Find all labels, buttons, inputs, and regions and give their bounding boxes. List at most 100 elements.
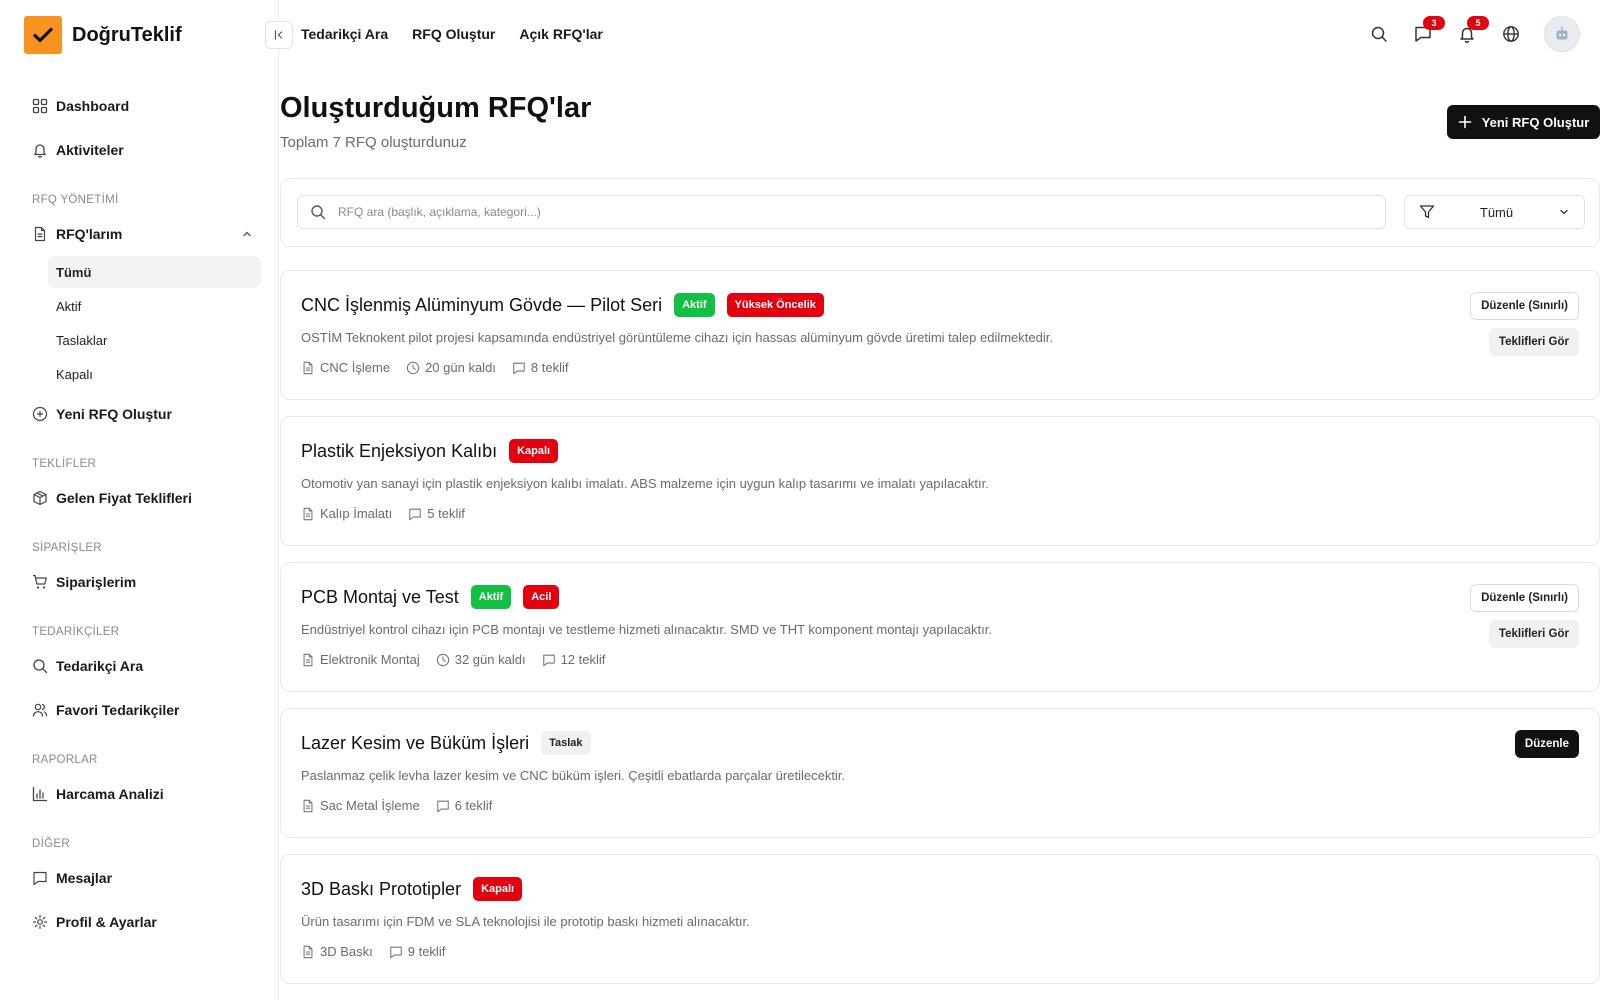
gear-icon [32,914,48,930]
sidebar-item-search-supplier[interactable]: Tedarikçi Ara [24,644,261,688]
sidebar-item-messages[interactable]: Mesajlar [24,856,261,900]
rfq-offer-count: 9 teklif [407,944,446,959]
dashboard-grid-icon [32,98,48,114]
rfq-card: 3D Baskı Prototipler Kapalı Ürün tasarım… [280,854,1600,984]
message-icon [436,800,449,812]
sidebar-item-dashboard[interactable]: Dashboard [24,84,261,128]
sidebar-item-my-orders[interactable]: Siparişlerim [24,560,261,604]
rfq-card: Lazer Kesim ve Büküm İşleri Taslak Pasla… [280,708,1600,838]
rfq-description: Endüstriyel kontrol cihazı için PCB mont… [301,622,992,637]
new-rfq-button[interactable]: Yeni RFQ Oluştur [1447,105,1600,139]
clock-icon [406,361,420,374]
status-badge: Kapalı [509,439,559,463]
page-title: Oluşturduğum RFQ'lar [280,92,592,124]
section-label-reports: RAPORLAR [32,754,98,766]
message-icon [389,946,402,958]
sidebar-item-favorite-suppliers[interactable]: Favori Tedarikçiler [24,688,261,732]
avatar[interactable] [1544,16,1580,52]
search-button[interactable] [1368,23,1390,45]
rfq-meta: Kalıp İmalatı 5 teklif [301,506,465,521]
submenu-item-active[interactable]: Aktif [48,290,261,322]
document-icon [303,653,313,666]
edit-button[interactable]: Düzenle [1514,730,1579,758]
sidebar-item-label: Aktiviteler [56,142,124,158]
section-label-orders: SİPARİŞLER [32,542,102,554]
rfq-title[interactable]: Lazer Kesim ve Büküm İşleri [301,733,529,754]
users-icon [32,703,48,717]
sidebar-item-spend-analysis[interactable]: Harcama Analizi [24,772,261,816]
status-filter-select[interactable]: Tümü [1404,195,1585,229]
topnav-link-open-rfqs[interactable]: Açık RFQ'lar [519,26,602,42]
sidebar-item-label: Gelen Fiyat Teklifleri [56,490,192,506]
my-rfqs-submenu: Tümü Aktif Taslaklar Kapalı [24,256,261,390]
topnav-link-create-rfq[interactable]: RFQ Oluştur [412,26,495,42]
search-input[interactable] [338,205,1338,219]
rfq-title[interactable]: PCB Montaj ve Test [301,587,459,608]
logo-check-icon [24,16,62,54]
section-label-rfq: RFQ YÖNETİMİ [32,194,119,206]
plus-icon [1458,115,1471,129]
rfq-category: Kalıp İmalatı [320,506,393,521]
sidebar-nav: Dashboard Aktiviteler RFQ YÖNETİMİ RFQ'l… [24,84,261,944]
priority-badge: Acil [523,585,560,609]
topbar: Tedarikçi Ara RFQ Oluştur Açık RFQ'lar 3… [265,0,1600,70]
document-icon [34,226,46,242]
top-nav: Tedarikçi Ara RFQ Oluştur Açık RFQ'lar [301,26,603,42]
language-button[interactable] [1500,23,1522,45]
sidebar-item-label: Tedarikçi Ara [56,658,144,674]
sidebar-item-label: Siparişlerim [56,574,137,590]
sidebar-item-incoming-offers[interactable]: Gelen Fiyat Teklifleri [24,476,261,520]
priority-badge: Yüksek Öncelik [726,293,824,317]
status-badge: Kapalı [473,877,523,901]
topnav-link-search-supplier[interactable]: Tedarikçi Ara [301,26,388,42]
package-icon [33,490,47,506]
messages-badge: 3 [1423,16,1445,30]
collapse-sidebar-button[interactable] [265,21,293,49]
edit-limited-button[interactable]: Düzenle (Sınırlı) [1470,584,1579,612]
new-rfq-button-label: Yeni RFQ Oluştur [1481,114,1590,130]
collapse-left-icon [274,30,283,40]
rfq-title[interactable]: 3D Baskı Prototipler [301,879,461,900]
topbar-actions: 3 5 [1368,16,1580,52]
rfq-offer-count: 6 teklif [454,798,493,813]
submenu-item-closed[interactable]: Kapalı [48,358,261,390]
rfq-category: CNC İşleme [320,360,391,375]
sidebar-item-profile-settings[interactable]: Profil & Ayarlar [24,900,261,944]
rfq-offer-count: 5 teklif [427,506,465,521]
sidebar-item-label: Harcama Analizi [56,786,164,802]
rfq-card: PCB Montaj ve Test Aktif Acil Endüstriye… [280,562,1600,692]
section-label-offers: TEKLİFLER [32,458,97,470]
clock-icon [436,653,449,666]
rfq-description: Ürün tasarımı için FDM ve SLA teknolojis… [301,914,750,929]
messages-button[interactable]: 3 [1412,16,1445,45]
sidebar-item-activities[interactable]: Aktiviteler [24,128,261,172]
document-icon [303,799,313,812]
plus-circle-icon [32,406,48,422]
rfq-card: CNC İşlenmiş Alüminyum Gövde — Pilot Ser… [280,270,1600,400]
submenu-item-drafts[interactable]: Taslaklar [48,324,261,356]
sidebar-item-my-rfqs[interactable]: RFQ'larım [24,212,261,256]
message-icon [33,871,47,886]
rfq-title[interactable]: CNC İşlenmiş Alüminyum Gövde — Pilot Ser… [301,295,662,316]
rfq-meta: 3D Baskı 9 teklif [301,944,445,959]
status-badge: Aktif [674,293,715,317]
filter-bar: Tümü [280,178,1600,247]
view-offers-button[interactable]: Teklifleri Gör [1488,328,1579,356]
notifications-button[interactable]: 5 [1456,16,1489,45]
edit-limited-button[interactable]: Düzenle (Sınırlı) [1470,292,1579,320]
document-icon [303,945,313,958]
message-icon [513,362,525,374]
notifications-badge: 5 [1467,16,1489,30]
rfq-title[interactable]: Plastik Enjeksiyon Kalıbı [301,441,497,462]
section-label-other: DİĞER [32,838,70,850]
rfq-offer-count: 8 teklif [530,360,569,375]
chevron-up-icon[interactable] [241,228,253,240]
submenu-item-all[interactable]: Tümü [48,256,261,288]
view-offers-button[interactable]: Teklifleri Gör [1488,620,1579,648]
sidebar-item-new-rfq[interactable]: Yeni RFQ Oluştur [24,392,261,436]
chevron-down-icon [1560,209,1568,215]
rfq-description: OSTİM Teknokent pilot projesi kapsamında… [301,330,1053,345]
document-icon [303,507,313,520]
brand[interactable]: DoğruTeklif [24,16,182,54]
search-field[interactable] [297,195,1386,229]
